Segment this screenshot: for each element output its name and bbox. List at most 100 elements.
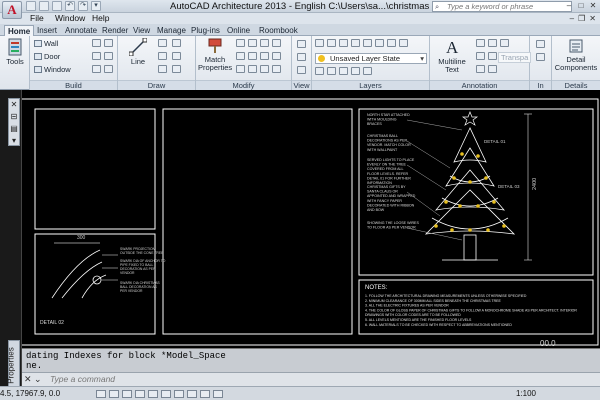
transparency-field[interactable]: Transpa <box>498 52 532 63</box>
inquiry-icon[interactable] <box>536 40 545 48</box>
dyn-icon[interactable] <box>187 390 197 398</box>
build-tool-icon[interactable] <box>104 39 113 47</box>
command-input[interactable]: Type a command <box>50 374 115 384</box>
build-tool-icon[interactable] <box>104 65 113 73</box>
orbit-icon[interactable] <box>297 66 306 74</box>
layer-icon[interactable] <box>327 67 336 75</box>
annotation-tool-icon[interactable] <box>476 65 485 73</box>
layer-icon[interactable] <box>339 67 348 75</box>
detail-components-button[interactable]: Detail Components <box>553 38 599 72</box>
build-tool-icon[interactable] <box>92 52 101 60</box>
tab-insert[interactable]: Insert <box>34 25 60 36</box>
tab-manage[interactable]: Manage <box>154 25 189 36</box>
osnap-icon[interactable] <box>148 390 158 398</box>
grid-icon[interactable] <box>109 390 119 398</box>
build-tool-icon[interactable] <box>92 65 101 73</box>
tag-icon[interactable] <box>476 52 485 60</box>
snap-icon[interactable] <box>96 390 106 398</box>
rectangle-icon[interactable] <box>172 52 181 60</box>
table-icon[interactable] <box>500 39 509 47</box>
trim-icon[interactable] <box>260 39 269 47</box>
annotation-tool-icon[interactable] <box>488 65 497 73</box>
chevron-down-icon[interactable]: ▾ <box>9 135 19 147</box>
annotation-scale[interactable]: 1:100 <box>516 389 536 398</box>
layer-icon[interactable] <box>399 39 408 47</box>
mirror-icon[interactable] <box>248 52 257 60</box>
inquiry-icon[interactable] <box>536 53 545 61</box>
build-tool-icon[interactable] <box>92 39 101 47</box>
hatch-icon[interactable] <box>158 65 167 73</box>
arc-icon[interactable] <box>158 52 167 60</box>
doc-close-icon[interactable]: ✕ <box>589 13 596 24</box>
window-button[interactable]: Window <box>34 65 71 74</box>
tab-plug-ins[interactable]: Plug-ins <box>188 25 223 36</box>
close-icon[interactable]: ✕ <box>9 99 19 111</box>
layer-icon[interactable] <box>351 39 360 47</box>
move-icon[interactable] <box>236 39 245 47</box>
dimension-icon[interactable] <box>476 39 485 47</box>
new-icon[interactable] <box>26 1 36 11</box>
open-icon[interactable] <box>39 1 49 11</box>
pan-icon[interactable] <box>297 40 306 48</box>
layer-icon[interactable] <box>339 39 348 47</box>
minimize-icon[interactable]: – <box>564 1 574 11</box>
doc-restore-icon[interactable]: ❐ <box>578 13 585 24</box>
leader-icon[interactable] <box>488 39 497 47</box>
layer-icon[interactable] <box>351 67 360 75</box>
polyline-icon[interactable] <box>158 39 167 47</box>
transparency-icon[interactable] <box>213 390 223 398</box>
options-icon[interactable]: ▤ <box>9 123 19 135</box>
workspace-dropdown-icon[interactable]: ▾ <box>91 1 101 11</box>
layer-icon[interactable] <box>327 39 336 47</box>
maximize-icon[interactable]: □ <box>576 1 586 11</box>
tab-annotate[interactable]: Annotate <box>62 25 100 36</box>
erase-icon[interactable] <box>272 39 281 47</box>
match-properties-button[interactable]: Match Properties <box>198 38 232 72</box>
close-icon[interactable]: ✕ ⌄ <box>24 374 42 385</box>
line-button[interactable]: Line <box>126 38 150 66</box>
drawing-canvas[interactable]: 300 SWARK PROJECTION OUTSIDE THE CONE TRE… <box>17 90 600 348</box>
copy-icon[interactable] <box>236 52 245 60</box>
layer-icon[interactable] <box>375 39 384 47</box>
lineweight-icon[interactable] <box>200 390 210 398</box>
multiline-text-button[interactable]: A Multiline Text <box>432 38 472 74</box>
layer-icon[interactable] <box>363 39 372 47</box>
fillet-icon[interactable] <box>260 52 269 60</box>
wall-button[interactable]: Wall <box>34 39 58 48</box>
polar-icon[interactable] <box>135 390 145 398</box>
pin-icon[interactable]: ⊟ <box>9 111 19 123</box>
menu-window[interactable]: Window <box>55 13 85 24</box>
rotate-icon[interactable] <box>248 39 257 47</box>
tools-button[interactable]: Tools <box>3 38 27 66</box>
layer-state-dropdown[interactable]: Unsaved Layer State ▾ <box>315 53 427 64</box>
tab-home[interactable]: Home <box>4 25 35 36</box>
tab-roombook[interactable]: Roombook <box>256 25 301 36</box>
menu-help[interactable]: Help <box>92 13 109 24</box>
layer-icon[interactable] <box>363 67 372 75</box>
offset-icon[interactable] <box>272 65 281 73</box>
redo-icon[interactable]: ↷ <box>78 1 88 11</box>
layer-properties-icon[interactable] <box>315 39 324 47</box>
spline-icon[interactable] <box>172 65 181 73</box>
layer-icon[interactable] <box>387 39 396 47</box>
search-input[interactable]: ⌕ Type a keyword or phrase <box>432 1 572 12</box>
ducs-icon[interactable] <box>174 390 184 398</box>
build-tool-icon[interactable] <box>104 52 113 60</box>
application-menu-button[interactable]: A <box>2 1 22 19</box>
doc-minimize-icon[interactable]: – <box>570 13 574 24</box>
zoom-icon[interactable] <box>297 53 306 61</box>
door-button[interactable]: Door <box>34 52 60 61</box>
close-icon[interactable]: ✕ <box>588 1 598 11</box>
layer-icon[interactable] <box>315 67 324 75</box>
tab-view[interactable]: View <box>130 25 153 36</box>
save-icon[interactable] <box>52 1 62 11</box>
menu-file[interactable]: File <box>30 13 44 24</box>
undo-icon[interactable]: ↶ <box>65 1 75 11</box>
array-icon[interactable] <box>260 65 269 73</box>
tab-render[interactable]: Render <box>99 25 131 36</box>
properties-palette-tab[interactable]: Properties <box>7 340 20 390</box>
circle-icon[interactable] <box>172 39 181 47</box>
tab-online[interactable]: Online <box>224 25 253 36</box>
scale-icon[interactable] <box>248 65 257 73</box>
stretch-icon[interactable] <box>236 65 245 73</box>
